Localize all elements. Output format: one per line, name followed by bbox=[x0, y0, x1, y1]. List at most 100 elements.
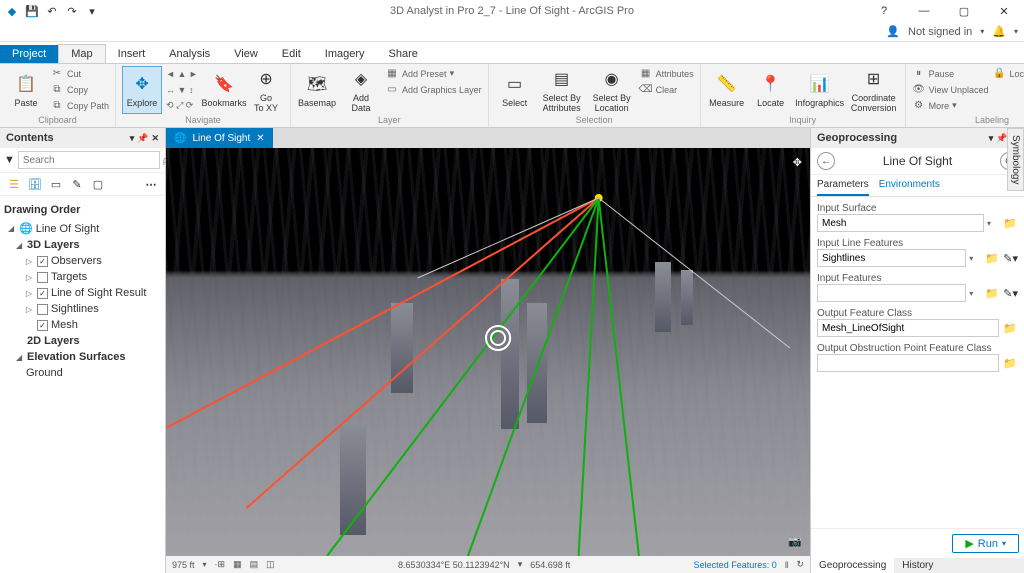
tab-analysis[interactable]: Analysis bbox=[157, 45, 222, 63]
folder-icon[interactable]: 📁 bbox=[1002, 215, 1018, 231]
run-button[interactable]: ▶ Run ▾ bbox=[952, 534, 1019, 553]
basemap-button[interactable]: 🗺 Basemap bbox=[297, 66, 337, 114]
checkbox-icon[interactable] bbox=[37, 272, 48, 283]
help-icon[interactable]: ? bbox=[870, 1, 898, 21]
back-button[interactable]: ← bbox=[817, 152, 835, 170]
layer-targets[interactable]: ▷Targets bbox=[4, 269, 161, 285]
qat-save-icon[interactable]: 💾 bbox=[24, 3, 40, 19]
lock-button[interactable]: 🔒Lock bbox=[992, 66, 1024, 81]
toc-snapping-icon[interactable]: ▢ bbox=[90, 176, 106, 192]
paste-button[interactable]: 📋 Paste bbox=[6, 66, 46, 114]
toc-draworder-icon[interactable]: ☰ bbox=[6, 176, 22, 192]
input-surface[interactable] bbox=[817, 214, 984, 232]
layer-ground[interactable]: Ground bbox=[4, 365, 161, 381]
folder-icon[interactable]: 📁 bbox=[1002, 320, 1018, 336]
status-pause-icon[interactable]: ‖ bbox=[785, 560, 789, 570]
attributes-button[interactable]: ▦Attributes bbox=[639, 66, 694, 81]
tab-imagery[interactable]: Imagery bbox=[313, 45, 377, 63]
tab-edit[interactable]: Edit bbox=[270, 45, 313, 63]
measure-button[interactable]: 📏Measure bbox=[707, 66, 747, 114]
gp-tab-params[interactable]: Parameters bbox=[817, 175, 869, 196]
tab-map[interactable]: Map bbox=[58, 44, 105, 63]
symbology-tab[interactable]: Symbology bbox=[1007, 128, 1024, 191]
panel-options-icon[interactable]: ▾ bbox=[989, 133, 994, 144]
camera-icon[interactable]: 📷 bbox=[788, 535, 802, 548]
locate-button[interactable]: 📍Locate bbox=[751, 66, 791, 114]
signin-label[interactable]: Not signed in bbox=[908, 26, 972, 38]
signin-dropdown-icon[interactable]: ▾ bbox=[980, 27, 984, 36]
output-obs[interactable] bbox=[817, 354, 999, 372]
status-tool-3[interactable]: ▤ bbox=[250, 559, 259, 570]
filter-icon[interactable]: ▼ bbox=[4, 154, 15, 166]
checkbox-icon[interactable]: ✓ bbox=[37, 256, 48, 267]
qat-redo-icon[interactable]: ↷ bbox=[64, 3, 80, 19]
folder-icon[interactable]: 📁 bbox=[984, 285, 1000, 301]
checkbox-icon[interactable] bbox=[37, 304, 48, 315]
input-line[interactable] bbox=[817, 249, 966, 267]
notification-icon[interactable]: 🔔 bbox=[992, 25, 1006, 38]
infographics-button[interactable]: 📊Infographics bbox=[795, 66, 845, 114]
selectbyloc-button[interactable]: ◉Select By Location bbox=[589, 66, 635, 114]
toc-source-icon[interactable]: 🗄 bbox=[27, 176, 43, 192]
copy-button[interactable]: ⧉Copy bbox=[50, 82, 109, 97]
edit-icon[interactable]: ✎▾ bbox=[1003, 287, 1018, 300]
addpreset-button[interactable]: ▦Add Preset ▾ bbox=[385, 66, 482, 81]
copypath-button[interactable]: ⧉Copy Path bbox=[50, 98, 109, 113]
gp-tab-env[interactable]: Environments bbox=[879, 175, 940, 196]
pause-button[interactable]: ⏸Pause bbox=[912, 66, 989, 81]
output-fc[interactable] bbox=[817, 319, 999, 337]
dropdown-icon[interactable]: ▾ bbox=[969, 289, 981, 298]
edit-icon[interactable]: ✎▾ bbox=[1003, 252, 1018, 265]
navigator-icon[interactable]: ✥ bbox=[793, 156, 802, 169]
panel-options-icon[interactable]: ▾ bbox=[130, 133, 135, 144]
dropdown-icon[interactable]: ▾ bbox=[969, 254, 981, 263]
ribbon-minimize-icon[interactable]: ▾ bbox=[1014, 27, 1018, 36]
minimize-button[interactable]: — bbox=[910, 1, 938, 21]
nav-arrows2[interactable]: ↔ ▼ ↕ bbox=[166, 82, 200, 97]
panel-autohide-icon[interactable]: 📌 bbox=[137, 133, 148, 144]
qat-undo-icon[interactable]: ↶ bbox=[44, 3, 60, 19]
toc-editing-icon[interactable]: ✎ bbox=[69, 176, 85, 192]
checkbox-icon[interactable]: ✓ bbox=[37, 288, 48, 299]
more-button[interactable]: ⚙More ▾ bbox=[912, 98, 989, 113]
layer-losresult[interactable]: ▷✓Line of Sight Result bbox=[4, 285, 161, 301]
viewunplaced-button[interactable]: 👁View Unplaced bbox=[912, 82, 989, 97]
status-tool-2[interactable]: ▦ bbox=[233, 559, 242, 570]
close-button[interactable]: ✕ bbox=[990, 1, 1018, 21]
view-tab-los[interactable]: 🌐 Line Of Sight ✕ bbox=[166, 128, 273, 148]
coordconv-button[interactable]: ⊞Coordinate Conversion bbox=[849, 66, 899, 114]
nav-arrows3[interactable]: ⟲ ⤢ ⟳ bbox=[166, 98, 200, 113]
qat-project-icon[interactable]: ◆ bbox=[4, 3, 20, 19]
bookmarks-button[interactable]: 🔖 Bookmarks bbox=[204, 66, 244, 114]
layer-mesh[interactable]: ✓Mesh bbox=[4, 317, 161, 333]
nav-arrows[interactable]: ◄ ▲ ► bbox=[166, 66, 200, 81]
map-item[interactable]: ◢🌐Line Of Sight bbox=[4, 220, 161, 237]
tab-insert[interactable]: Insert bbox=[106, 45, 158, 63]
toc-more-icon[interactable]: ⋯ bbox=[143, 176, 159, 192]
contents-search-input[interactable] bbox=[18, 151, 160, 169]
scale-value[interactable]: 975 ft bbox=[172, 560, 195, 570]
gotoxy-button[interactable]: ⊕ Go To XY bbox=[248, 66, 284, 114]
checkbox-icon[interactable]: ✓ bbox=[37, 320, 48, 331]
explore-button[interactable]: ✥ Explore bbox=[122, 66, 162, 114]
panel-autohide-icon[interactable]: 📌 bbox=[996, 133, 1007, 144]
tab-share[interactable]: Share bbox=[377, 45, 430, 63]
selected-label[interactable]: Selected Features: 0 bbox=[694, 560, 777, 570]
addgraphics-button[interactable]: ▭Add Graphics Layer bbox=[385, 82, 482, 97]
selectbyattr-button[interactable]: ▤Select By Attributes bbox=[539, 66, 585, 114]
cut-button[interactable]: ✂Cut bbox=[50, 66, 109, 81]
group-elev[interactable]: ◢Elevation Surfaces bbox=[4, 349, 161, 365]
group-2d[interactable]: 2D Layers bbox=[4, 333, 161, 349]
layer-sightlines[interactable]: ▷Sightlines bbox=[4, 301, 161, 317]
select-button[interactable]: ▭Select bbox=[495, 66, 535, 114]
tab-project[interactable]: Project bbox=[0, 45, 58, 63]
clear-button[interactable]: ⌫Clear bbox=[639, 82, 694, 97]
tab-view[interactable]: View bbox=[222, 45, 270, 63]
status-refresh-icon[interactable]: ↻ bbox=[796, 559, 804, 570]
folder-icon[interactable]: 📁 bbox=[1002, 355, 1018, 371]
maximize-button[interactable]: ▢ bbox=[950, 1, 978, 21]
dropdown-icon[interactable]: ▾ bbox=[987, 219, 999, 228]
panel-close-icon[interactable]: ✕ bbox=[151, 133, 159, 144]
toc-selection-icon[interactable]: ▭ bbox=[48, 176, 64, 192]
folder-icon[interactable]: 📁 bbox=[984, 250, 1000, 266]
